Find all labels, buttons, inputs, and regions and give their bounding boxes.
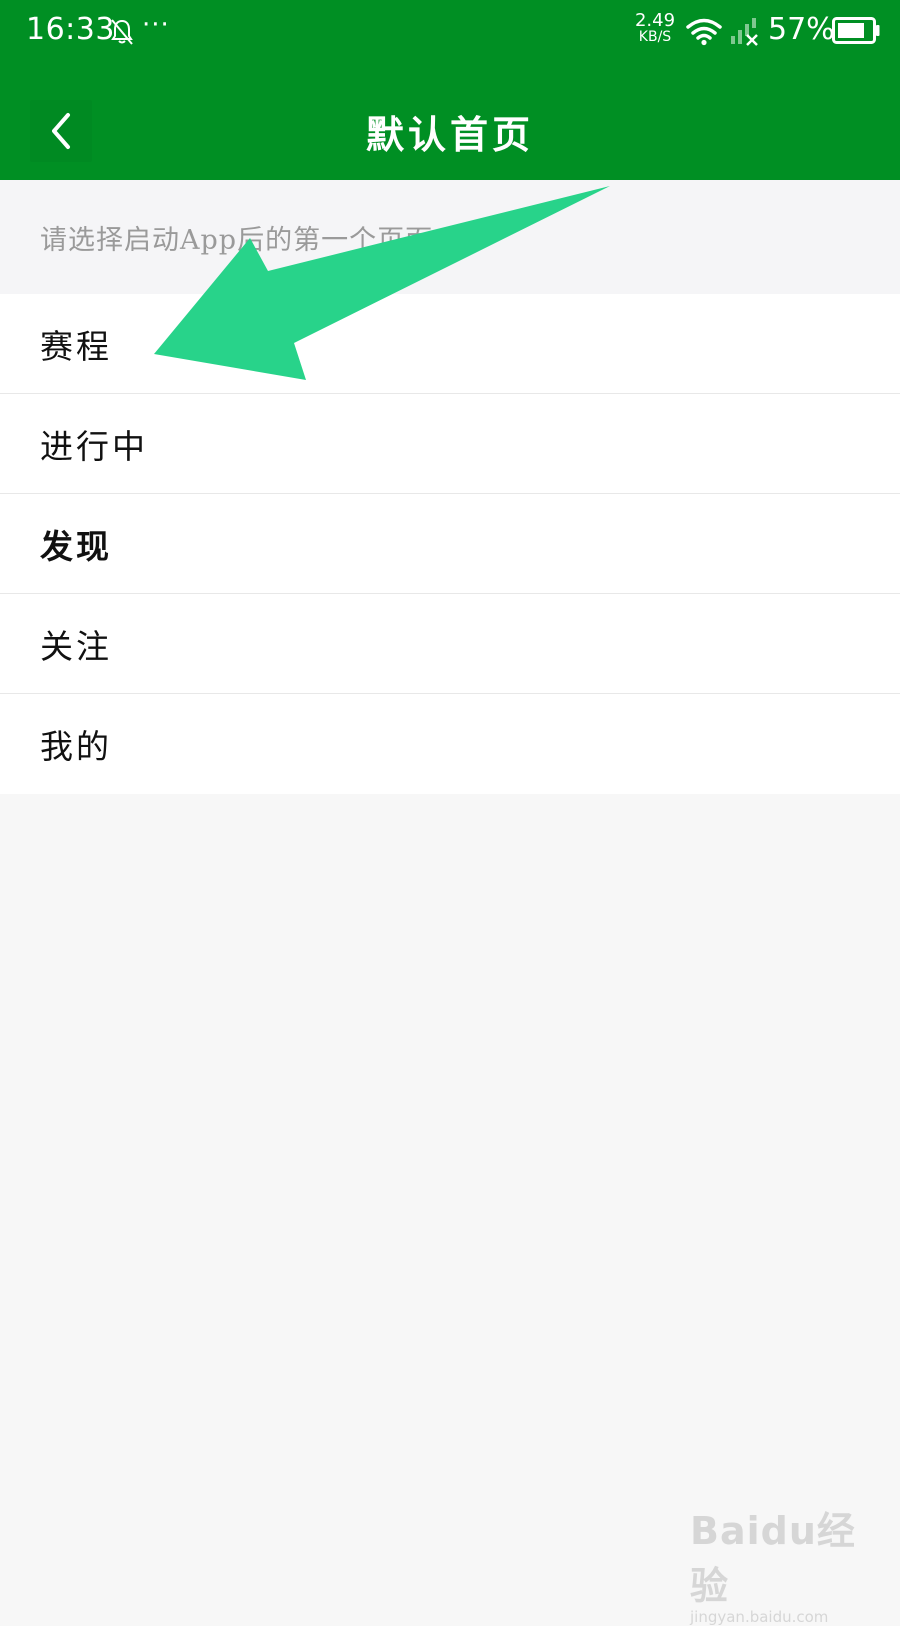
wifi-icon xyxy=(686,18,722,46)
network-speed-unit: KB/S xyxy=(638,29,672,45)
option-in-progress[interactable]: 进行中 xyxy=(0,394,900,494)
option-label: 我的 xyxy=(40,727,112,766)
watermark-url: jingyan.baidu.com xyxy=(690,1608,829,1626)
signal-no-sim-icon xyxy=(731,18,758,46)
status-bar: 16:33 ··· 2.49 KB/S 57% xyxy=(0,0,900,64)
option-label: 赛程 xyxy=(40,326,112,366)
option-list: 赛程 进行中 发现 关注 我的 xyxy=(0,294,900,794)
option-follow[interactable]: 关注 xyxy=(0,594,900,694)
page-title: 默认首页 xyxy=(365,112,534,157)
hint-text: 请选择启动App后的第一个页面 xyxy=(40,225,434,256)
network-speed-value: 2.49 xyxy=(634,10,676,31)
option-schedule[interactable]: 赛程 xyxy=(0,294,900,394)
network-speed: 2.49 KB/S xyxy=(632,12,678,46)
bell-muted-icon xyxy=(111,19,133,45)
status-time: 16:33 xyxy=(26,12,115,47)
option-mine[interactable]: 我的 xyxy=(0,694,900,794)
battery-percent: 57% xyxy=(768,12,835,47)
battery-icon xyxy=(832,17,880,44)
option-label: 发现 xyxy=(40,526,112,566)
baidu-jingyan-logo: Baidu经验 xyxy=(690,1509,856,1608)
hint-section: 请选择启动App后的第一个页面 xyxy=(0,180,900,294)
option-discover[interactable]: 发现 xyxy=(0,494,900,594)
option-label: 进行中 xyxy=(40,426,148,466)
watermark: Baidu经验 jingyan.baidu.com xyxy=(690,1500,880,1626)
more-dots-icon: ··· xyxy=(142,10,170,40)
option-label: 关注 xyxy=(40,626,112,666)
app-bar: 默认首页 xyxy=(0,64,900,180)
